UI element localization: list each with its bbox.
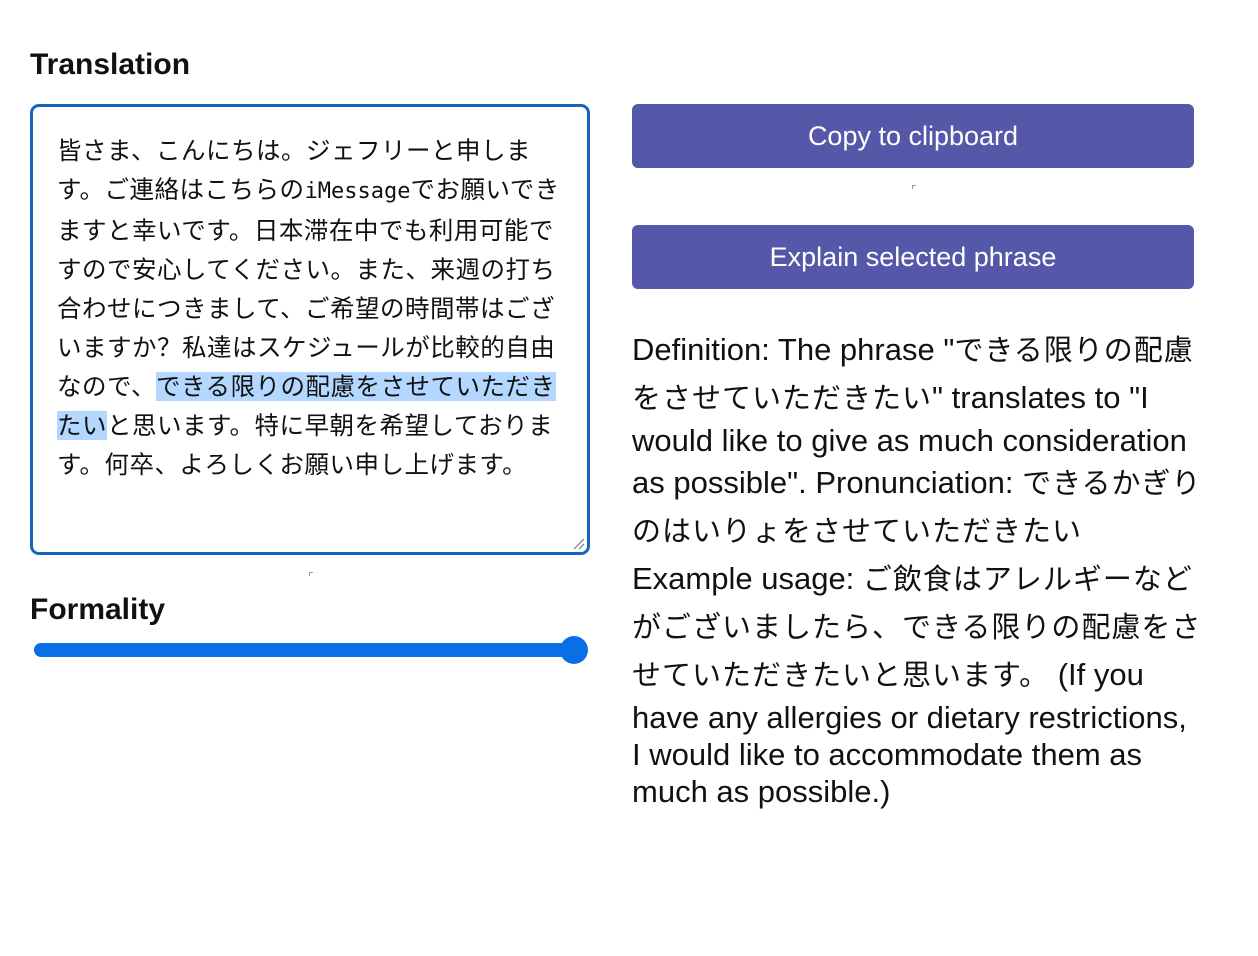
resize-handle-icon[interactable] [571,536,585,550]
translation-text-imessage: iMessage [304,179,411,204]
explanation-text: Example usage: [632,561,863,596]
explain-selected-phrase-button[interactable]: Explain selected phrase [632,225,1194,289]
translation-textarea[interactable]: 皆さま、こんにちは。ジェフリーと申します。ご連絡はこちらのiMessageでお願… [30,104,590,555]
drag-marker-icon [309,572,313,576]
drag-marker-icon [912,185,916,189]
translation-text-part: でお願いできますと幸いです。日本滞在中でも利用可能ですので安心してください。また… [57,175,560,401]
translation-text[interactable]: 皆さま、こんにちは。ジェフリーと申します。ご連絡はこちらのiMessageでお願… [57,131,567,484]
explanation-text: Definition: The phrase " [632,332,955,367]
translation-text-part: と思います。特に早朝を希望しております。何卒、よろしくお願い申し上げます。 [57,411,554,479]
formality-slider-track[interactable] [34,643,574,657]
copy-to-clipboard-button[interactable]: Copy to clipboard [632,104,1194,168]
formality-label: Formality [30,593,166,626]
phrase-explanation: Definition: The phrase "できる限りの配慮をさせていただき… [632,326,1202,810]
formality-slider-thumb[interactable] [560,636,588,664]
translation-label: Translation [30,48,191,81]
formality-slider[interactable] [34,636,588,664]
